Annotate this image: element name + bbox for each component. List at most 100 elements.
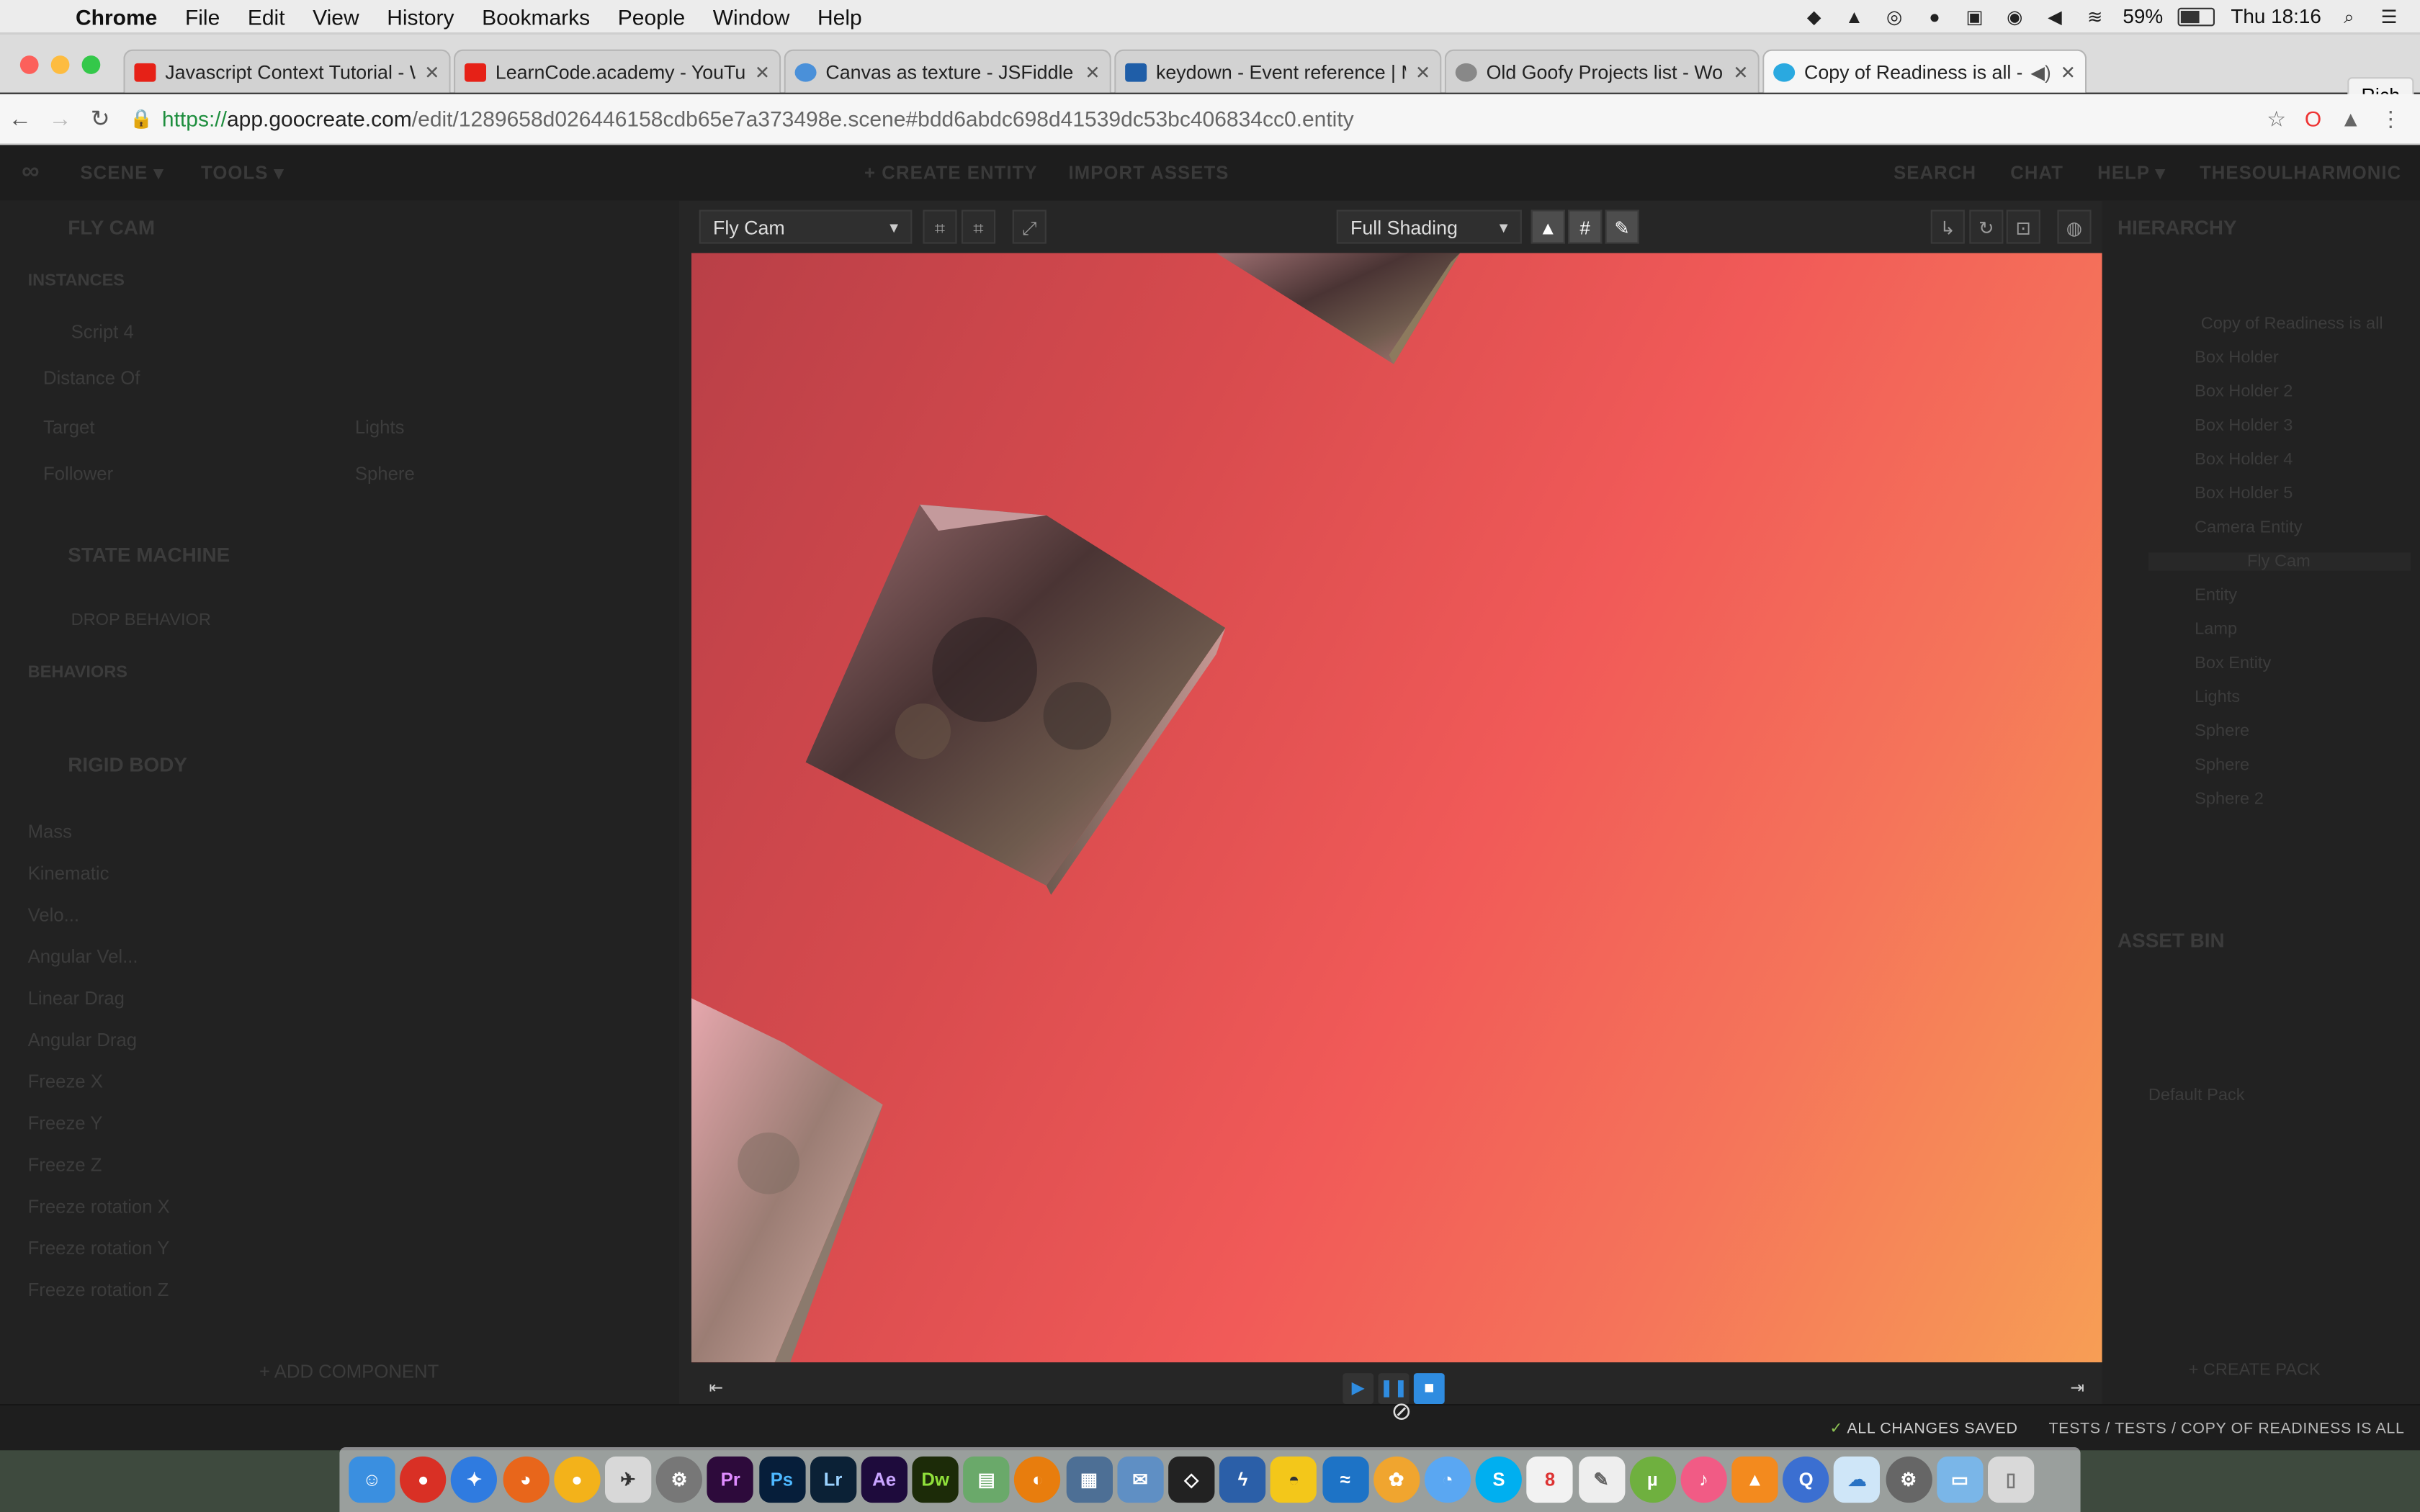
component-title[interactable]: FLY CAM [68, 216, 155, 239]
scene-viewport[interactable] [691, 253, 2102, 1363]
thunder-icon[interactable]: ϟ [1219, 1456, 1266, 1503]
photos-icon[interactable]: ✿ [1373, 1456, 1420, 1503]
messages-icon[interactable]: ◔ [1424, 1456, 1471, 1503]
world-space-icon[interactable]: ◍ [2057, 210, 2092, 244]
dropbox-icon[interactable]: ◆ [1802, 6, 1827, 27]
hierarchy-item[interactable]: Sphere [2195, 722, 2249, 741]
address-bar[interactable]: 🔒 https:// app.goocreate.com /edit/12896… [130, 100, 2257, 137]
browser-tab[interactable]: Javascript Context Tutorial - W ✕ [123, 49, 451, 93]
close-tab-icon[interactable]: ✕ [424, 61, 440, 83]
system-prefs-icon[interactable]: ⚙ [655, 1456, 703, 1503]
disk-utility-icon[interactable]: ⚙ [1885, 1456, 1932, 1503]
forward-icon[interactable]: → [40, 106, 81, 132]
zoom-window-button[interactable] [81, 55, 101, 74]
script-name[interactable]: Script 4 [71, 321, 134, 343]
menu-bookmarks[interactable]: Bookmarks [468, 4, 604, 28]
menu-help[interactable]: Help [804, 4, 876, 28]
hierarchy-item[interactable]: Sphere [2195, 756, 2249, 775]
drive-icon[interactable]: ▲ [1842, 6, 1866, 27]
safari-icon[interactable]: ✦ [451, 1456, 498, 1503]
lightroom-icon[interactable]: Lr [810, 1456, 856, 1503]
browser-tab[interactable]: Old Goofy Projects list - Work ✕ [1444, 49, 1760, 93]
camera-snap-icon[interactable]: ⌗ [923, 210, 957, 244]
sketch-icon[interactable]: ≈ [1322, 1456, 1368, 1503]
camera-focus-icon[interactable]: ⌗ [962, 210, 996, 244]
hierarchy-item[interactable]: Box Holder 5 [2195, 485, 2293, 503]
hierarchy-item[interactable]: Sphere 2 [2195, 790, 2264, 809]
exit-right-icon[interactable]: ⇥ [2062, 1373, 2093, 1404]
hierarchy-item[interactable]: Box Holder 3 [2195, 417, 2293, 436]
utorrent-icon[interactable]: µ [1629, 1456, 1676, 1503]
add-component-button[interactable]: + ADD COMPONENT [259, 1361, 439, 1382]
tools-menu[interactable]: TOOLS ▾ [182, 162, 302, 184]
state-machine-heading[interactable]: STATE MACHINE [68, 543, 230, 566]
imovie-icon[interactable]: ▦ [1065, 1456, 1113, 1503]
hierarchy-item[interactable]: Lights [2195, 688, 2240, 707]
menu-history[interactable]: History [373, 4, 468, 28]
volume-icon[interactable]: ◀ [2043, 6, 2067, 27]
cube-center[interactable] [805, 504, 1226, 895]
user-menu[interactable]: THESOULHARMONIC [2200, 162, 2401, 184]
create-pack-button[interactable]: + CREATE PACK [2189, 1361, 2321, 1380]
extension-icon[interactable]: ▲ [2340, 106, 2362, 132]
textedit-icon[interactable]: ✎ [1578, 1456, 1625, 1503]
hierarchy-item-selected[interactable]: Fly Cam [2148, 552, 2411, 571]
firefox-icon[interactable]: ◕ [502, 1456, 549, 1503]
chat-button[interactable]: CHAT [2010, 162, 2063, 184]
hierarchy-item[interactable]: Lamp [2195, 620, 2237, 639]
app-icon[interactable]: ▣ [1962, 6, 1986, 27]
after-effects-icon[interactable]: Ae [861, 1456, 908, 1503]
lighting-toggle-icon[interactable]: ▲ [1531, 210, 1565, 244]
close-tab-icon[interactable]: ✕ [1085, 61, 1101, 83]
menu-view[interactable]: View [299, 4, 373, 28]
effects-toggle-icon[interactable]: ✎ [1605, 210, 1639, 244]
browser-tab[interactable]: keydown - Event reference | M ✕ [1114, 49, 1442, 93]
reload-icon[interactable]: ↻ [80, 105, 120, 132]
creative-cloud-icon[interactable]: ◎ [1882, 6, 1906, 27]
default-pack[interactable]: Default Pack [2148, 1086, 2245, 1105]
close-window-button[interactable] [19, 55, 39, 74]
fullscreen-icon[interactable]: ⤢ [1012, 210, 1047, 244]
tab-audio-icon[interactable]: ◀) [2030, 61, 2051, 83]
spotlight-icon[interactable]: ⌕ [2336, 6, 2361, 27]
downloads-folder-icon[interactable]: ▭ [1936, 1456, 1984, 1503]
grid-toggle-icon[interactable]: # [1568, 210, 1603, 244]
finder-icon[interactable]: ☺ [349, 1456, 395, 1503]
menu-people[interactable]: People [604, 4, 699, 28]
canary-icon[interactable]: ● [553, 1456, 601, 1503]
browser-tab[interactable]: Canvas as texture - JSFiddle ✕ [784, 49, 1111, 93]
rigid-body-heading[interactable]: RIGID BODY [68, 753, 187, 776]
calendar-icon[interactable]: 8 [1526, 1456, 1574, 1503]
preview-icon[interactable]: ✉ [1117, 1456, 1164, 1503]
shading-select[interactable]: Full Shading [1336, 210, 1522, 246]
create-entity-button[interactable]: + CREATE ENTITY [864, 162, 1038, 184]
icloud-icon[interactable]: ☁ [1834, 1456, 1881, 1503]
menu-app-name[interactable]: Chrome [62, 4, 171, 28]
hierarchy-item[interactable]: Camera Entity [2195, 518, 2302, 537]
hierarchy-item[interactable]: Box Holder 4 [2195, 451, 2293, 469]
airdrop-icon[interactable]: ◉ [2002, 6, 2027, 27]
battery-icon[interactable] [2178, 6, 2215, 26]
drop-behavior-zone[interactable]: DROP BEHAVIOR [71, 611, 211, 630]
hierarchy-item[interactable]: Box Entity [2195, 654, 2271, 673]
exit-left-icon[interactable]: ⇤ [701, 1373, 732, 1404]
hierarchy-root[interactable]: Copy of Readiness is all [2201, 315, 2383, 333]
field-value[interactable]: Sphere [355, 463, 415, 485]
vlc-icon[interactable]: ▲ [1731, 1456, 1778, 1503]
project-breadcrumb[interactable]: TESTS / TESTS / COPY OF READINESS IS ALL [2048, 1421, 2404, 1439]
scale-tool-icon[interactable]: ⊡ [2006, 210, 2040, 244]
dreamweaver-icon[interactable]: Dw [912, 1456, 959, 1503]
status-icon[interactable]: ● [1922, 6, 1947, 27]
trash-icon[interactable]: ▯ [1988, 1456, 2035, 1503]
cube-top[interactable] [1216, 253, 1461, 364]
hierarchy-item[interactable]: Box Holder [2195, 348, 2279, 367]
import-assets-button[interactable]: IMPORT ASSETS [1068, 162, 1229, 184]
stop-button[interactable]: ■ [1413, 1373, 1445, 1404]
goo-logo-icon[interactable]: ∞ [0, 159, 62, 187]
hierarchy-item[interactable]: Box Holder 2 [2195, 382, 2293, 401]
menu-window[interactable]: Window [699, 4, 803, 28]
duck-icon[interactable]: ◓ [1270, 1456, 1317, 1503]
notification-center-icon[interactable]: ☰ [2377, 6, 2401, 27]
launchpad-icon[interactable]: ✈ [604, 1456, 652, 1503]
field-value[interactable]: Lights [355, 417, 405, 438]
